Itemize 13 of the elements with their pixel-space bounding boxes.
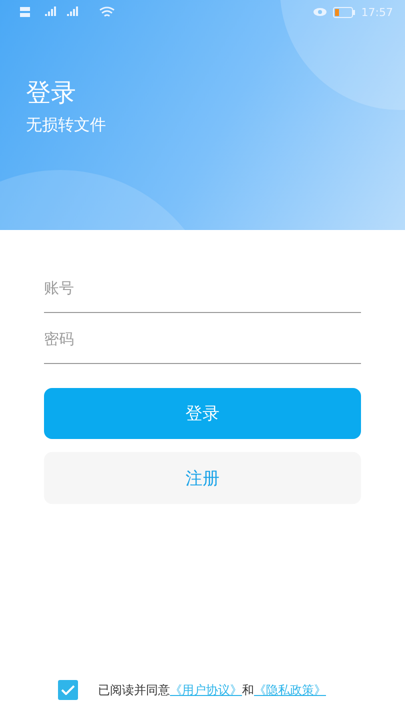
agreement-link[interactable]: 《隐私政策》	[254, 682, 326, 696]
agreement-link[interactable]: 《用户协议》	[170, 682, 242, 696]
register-button[interactable]: 注册	[44, 452, 361, 504]
eye-icon	[313, 7, 328, 17]
agree-checkbox[interactable]	[58, 680, 78, 700]
signal-icon	[20, 6, 115, 18]
status-time: 17:57	[361, 6, 393, 18]
agreement-text: 已阅读并同意《用户协议》和《隐私政策》	[98, 682, 326, 698]
page-subtitle: 无损转文件	[26, 115, 107, 136]
login-button[interactable]: 登录	[44, 388, 361, 439]
page-title: 登录	[26, 77, 77, 109]
check-icon	[61, 685, 75, 695]
battery-icon	[333, 6, 356, 18]
